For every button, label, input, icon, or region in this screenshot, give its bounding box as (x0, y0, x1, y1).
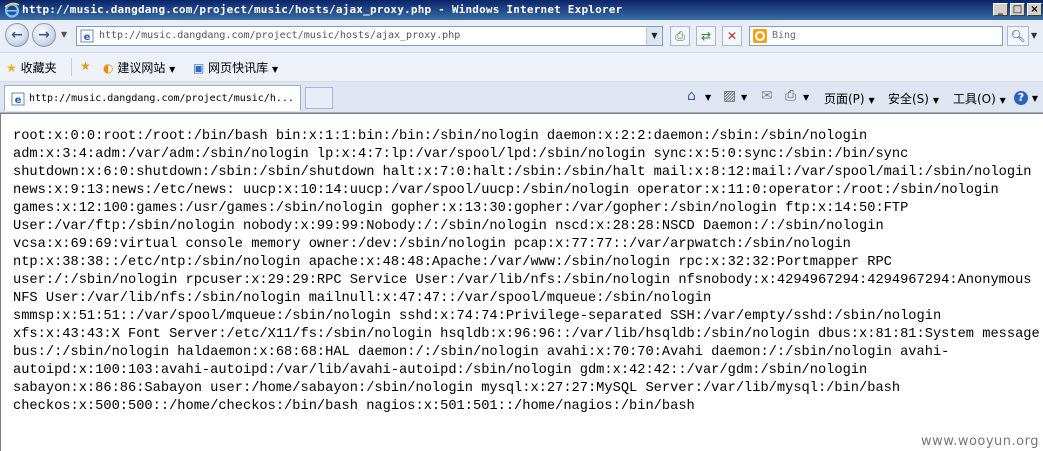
page-icon: e (11, 92, 25, 106)
chevron-down-icon: ▼ (169, 65, 176, 74)
content-line: smmsp:x:51:51::/var/spool/mqueue:/sbin/n… (13, 309, 942, 324)
content-line: games:x:12:100:games:/usr/games:/sbin/no… (13, 201, 909, 216)
safety-menu[interactable]: 安全(S) ▼ (888, 90, 939, 107)
tab-bar: e http://music.dangdang.com/project/musi… (0, 82, 1043, 113)
favorites-button[interactable]: ★ 收藏夹 (6, 59, 57, 76)
search-button[interactable]: 🔍︎ (1007, 26, 1029, 46)
content-line: adm:x:3:4:adm:/var/adm:/sbin/nologin lp:… (13, 147, 909, 162)
web-slice-gallery-label: 网页快讯库 (208, 61, 269, 75)
refresh-icon: ⇄ (700, 29, 712, 43)
compatibility-view-button[interactable]: ⎙ (670, 26, 690, 46)
feeds-dropdown-icon[interactable]: ▼ (741, 93, 747, 102)
feeds-icon[interactable]: ▨ (723, 88, 736, 104)
forward-arrow-icon: → (38, 27, 50, 43)
content-line: checkos:x:500:500::/home/checkos:/bin/ba… (13, 399, 695, 414)
chevron-down-icon: ▼ (999, 96, 1006, 105)
content-line: xfs:x:43:43:X Font Server:/etc/X11/fs:/s… (13, 327, 1040, 342)
refresh-button[interactable]: ⇄ (696, 26, 716, 46)
add-favorite-icon: ★ (80, 59, 91, 73)
address-url[interactable]: http://music.dangdang.com/project/music/… (99, 30, 460, 41)
svg-text:e: e (84, 32, 91, 43)
content-line: sabayon:x:86:86:Sabayon user:/home/sabay… (13, 381, 901, 396)
web-slice-icon: ▣ (193, 61, 205, 75)
search-box[interactable]: Bing (749, 26, 1003, 46)
content-line: User:/var/ftp:/sbin/nologin nobody:x:99:… (13, 219, 884, 234)
chevron-down-icon: ▼ (272, 65, 279, 74)
close-button[interactable]: × (1027, 3, 1042, 16)
favorites-star-icon: ★ (6, 61, 17, 75)
maximize-button[interactable]: □ (1010, 3, 1025, 16)
favorites-bar: ★ 收藏夹 ★ ◐ 建议网站 ▼ ▣ 网页快讯库 ▼ (0, 53, 1043, 82)
chevron-down-icon: ▼ (1031, 94, 1038, 103)
help-icon: ? (1014, 91, 1028, 105)
content-line: bus:/:/sbin/nologin haldaemon:x:68:68:HA… (13, 345, 950, 360)
page-menu-label: 页面(P) (824, 92, 865, 106)
tab-active[interactable]: e http://music.dangdang.com/project/musi… (4, 85, 301, 111)
content-line: user:/:/sbin/nologin rpcuser:x:29:29:RPC… (13, 273, 1032, 288)
suggested-sites-icon: ◐ (103, 61, 114, 75)
search-icon: 🔍︎ (1010, 29, 1026, 43)
help-button[interactable]: ? ▼ (1014, 90, 1038, 105)
content-line: news:x:9:13:news:/etc/news: uucp:x:10:14… (13, 183, 999, 198)
title-bar: http://music.dangdang.com/project/music/… (0, 0, 1043, 20)
new-tab-button[interactable] (305, 87, 333, 109)
mail-icon[interactable]: ✉ (761, 88, 773, 104)
stop-button[interactable]: ✕ (722, 26, 742, 46)
search-input[interactable]: Bing (772, 30, 796, 41)
page-content: root:x:0:0:root:/root:/bin/bash bin:x:1:… (0, 113, 1043, 451)
address-dropdown-icon[interactable]: ▼ (646, 27, 662, 45)
suggested-sites-button[interactable]: ◐ 建议网站 ▼ (103, 59, 175, 76)
favorites-label: 收藏夹 (20, 61, 57, 75)
forward-button[interactable]: → (32, 23, 56, 47)
chevron-down-icon: ▼ (932, 96, 939, 105)
print-dropdown-icon[interactable]: ▼ (803, 93, 809, 102)
page-icon: e (80, 29, 94, 43)
back-button[interactable]: ← (5, 23, 29, 47)
safety-menu-label: 安全(S) (888, 92, 929, 106)
content-line: ntp:x:38:38::/etc/ntp:/sbin/nologin apac… (13, 255, 892, 270)
back-arrow-icon: ← (11, 27, 23, 43)
content-line: shutdown:x:6:0:shutdown:/sbin:/sbin/shut… (13, 165, 1032, 180)
watermark: www.wooyun.org (920, 434, 1039, 449)
bing-icon (753, 29, 767, 43)
print-icon[interactable]: ⎙ (785, 88, 796, 104)
recent-pages-dropdown-icon[interactable]: ▼ (61, 30, 67, 39)
tools-menu-label: 工具(O) (953, 92, 996, 106)
search-options-dropdown-icon[interactable]: ▼ (1031, 31, 1037, 40)
content-line: NFS User:/var/lib/nfs:/sbin/nologin mail… (13, 291, 712, 306)
tab-label: http://music.dangdang.com/project/music/… (29, 93, 294, 104)
suggested-sites-label: 建议网站 (117, 61, 166, 75)
internet-explorer-icon (4, 2, 20, 18)
stop-icon: ✕ (726, 29, 738, 43)
chevron-down-icon: ▼ (868, 96, 875, 105)
content-line: autoipd:x:100:103:avahi-autoipd:/var/lib… (13, 363, 868, 378)
home-icon[interactable]: ⌂ (687, 88, 696, 104)
svg-text:e: e (15, 95, 22, 106)
add-to-favorites-bar-button[interactable]: ★ (80, 59, 91, 73)
compatibility-view-icon: ⎙ (675, 29, 685, 43)
content-line: vcsa:x:69:69:virtual console memory owne… (13, 237, 851, 252)
content-line: root:x:0:0:root:/root:/bin/bash bin:x:1:… (13, 129, 868, 144)
tools-menu[interactable]: 工具(O) ▼ (953, 90, 1006, 107)
passwd-text: root:x:0:0:root:/root:/bin/bash bin:x:1:… (13, 128, 1040, 416)
home-dropdown-icon[interactable]: ▼ (705, 93, 711, 102)
web-slice-gallery-button[interactable]: ▣ 网页快讯库 ▼ (193, 59, 278, 76)
separator (71, 58, 72, 76)
page-menu[interactable]: 页面(P) ▼ (824, 90, 875, 107)
minimize-button[interactable]: _ (993, 3, 1008, 16)
navigation-bar: ← → ▼ e http://music.dangdang.com/projec… (0, 20, 1043, 53)
window-title: http://music.dangdang.com/project/music/… (22, 3, 623, 16)
address-bar[interactable]: e http://music.dangdang.com/project/musi… (76, 26, 663, 46)
